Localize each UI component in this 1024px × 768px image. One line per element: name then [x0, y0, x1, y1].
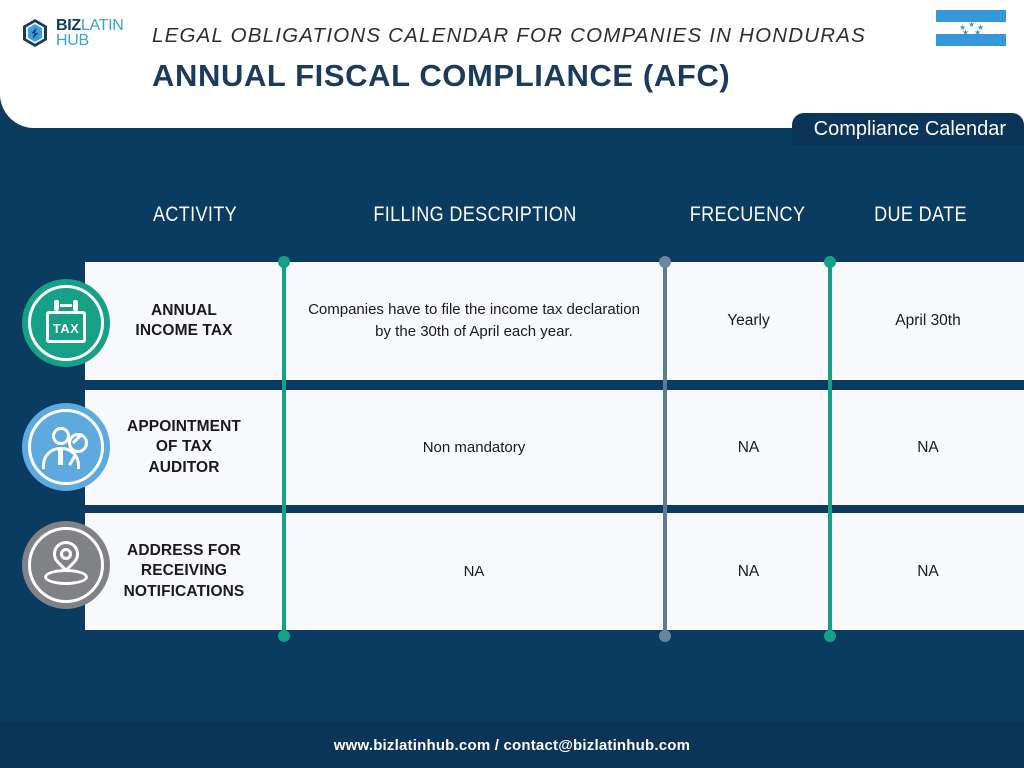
cell-description: Companies have to file the income tax de… [308, 301, 640, 340]
cell-frecuency: Yearly [727, 312, 770, 329]
cell-activity: ADDRESS FOR RECEIVING NOTIFICATIONS [123, 541, 245, 600]
cell-frecuency: NA [737, 562, 760, 580]
footer-bar: www.bizlatinhub.com / contact@bizlatinhu… [0, 722, 1024, 768]
tax-calendar-icon: TAX [22, 279, 110, 367]
column-header-activity: ACTIVITY [152, 203, 238, 226]
honduras-flag-icon: ★ ★ ★ ★ ★ [936, 8, 1006, 48]
brand-logo[interactable]: BIZLATIN HUB [20, 12, 144, 54]
connector-dot-top [659, 256, 671, 268]
connector-dot-top [278, 256, 290, 268]
column-header-due-date: DUE DATE [874, 203, 967, 226]
cell-due-date: April 30th [895, 312, 961, 329]
connector-dot-bottom [659, 630, 671, 642]
tax-icon-label: TAX [52, 321, 80, 336]
connector-line-due-date [824, 256, 836, 642]
table-row: ADDRESS FOR RECEIVING NOTIFICATIONS NA NA … [85, 513, 1024, 630]
logo-text-hub: HUB [56, 32, 89, 49]
column-header-filling-description: FILLING DESCRIPTION [373, 203, 577, 226]
cell-description: Non mandatory [422, 438, 526, 456]
cell-description: NA [463, 562, 485, 580]
location-pin-icon [22, 521, 110, 609]
connector-dot-bottom [824, 630, 836, 642]
tax-auditor-person-magnifier-icon [22, 403, 110, 491]
cell-activity: ANNUAL INCOME TAX [135, 301, 233, 339]
connector-dot-bottom [278, 630, 290, 642]
connector-dot-top [824, 256, 836, 268]
brand-logo-wordmark: BIZLATIN HUB [56, 17, 124, 49]
bizlatinhub-hexagon-icon [20, 18, 50, 48]
cell-due-date: NA [917, 438, 939, 456]
column-header-frecuency: FRECUENCY [689, 203, 806, 226]
page-title: ANNUAL FISCAL COMPLIANCE (AFC) [152, 58, 731, 93]
compliance-calendar-tab[interactable]: Compliance Calendar [791, 113, 1024, 145]
cell-frecuency: NA [737, 438, 760, 456]
table-row: APPOINTMENT OF TAX AUDITOR Non mandatory N… [85, 390, 1024, 505]
header-subtitle: LEGAL OBLIGATIONS CALENDAR FOR COMPANIES… [152, 24, 866, 47]
connector-line-frecuency [659, 256, 671, 642]
footer-contact-text[interactable]: www.bizlatinhub.com / contact@bizlatinhu… [334, 737, 690, 754]
cell-activity: APPOINTMENT OF TAX AUDITOR [127, 417, 241, 476]
cell-due-date: NA [917, 562, 939, 580]
connector-line-activity [278, 256, 290, 642]
table-row: ANNUAL INCOME TAX Companies have to file … [85, 262, 1024, 380]
